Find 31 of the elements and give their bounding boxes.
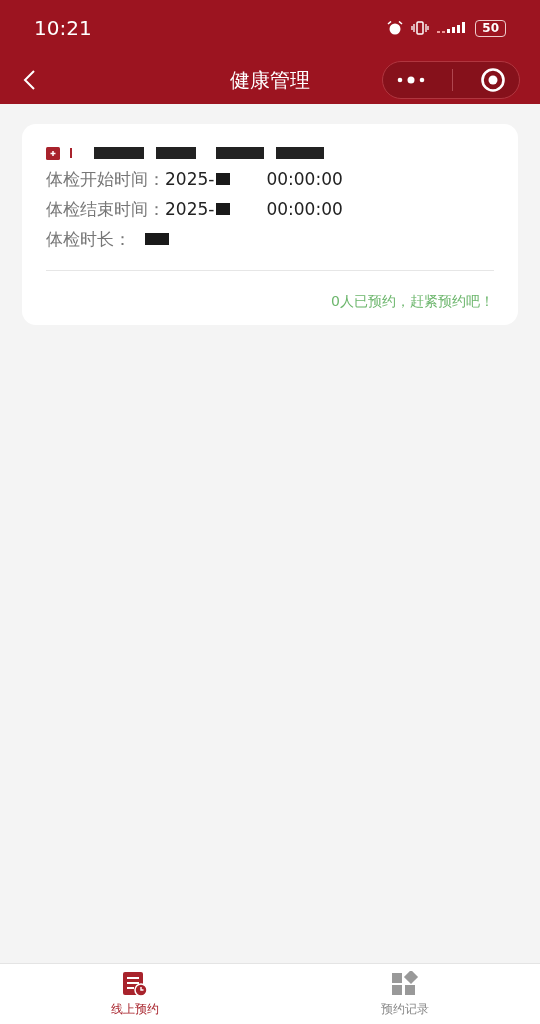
back-icon[interactable] [22, 69, 36, 91]
field-label: 体检时长： [46, 227, 131, 251]
capsule-menu[interactable] [382, 61, 520, 99]
date-value: 2025- [165, 199, 215, 219]
date-value: 2025- [165, 169, 215, 189]
redaction-mark [216, 147, 264, 159]
tab-item[interactable]: 线上预约 [0, 964, 270, 1024]
redaction-mark [94, 147, 144, 159]
booking-count-text: 0人已预约，赶紧预约吧！ [331, 293, 494, 309]
battery-indicator: 50 [475, 19, 506, 37]
exam-card[interactable]: 体检开始时间：2025- 00:00:00 体检结束时间：2025- 00:00:00 体检时长： 0人已预约，赶紧预约吧！ [22, 124, 518, 325]
redaction-mark [145, 233, 169, 245]
grid-icon [391, 970, 419, 997]
close-icon[interactable] [479, 67, 506, 93]
alarm-icon [387, 21, 404, 35]
redaction-mark [216, 173, 231, 185]
hospital-icon [46, 146, 60, 160]
time-value: 00:00:00 [266, 169, 343, 189]
redaction-mark [156, 147, 196, 159]
field-label: 体检开始时间： [46, 167, 165, 191]
vibrate-icon [411, 21, 430, 35]
redaction-mark [276, 147, 324, 159]
more-icon[interactable] [396, 76, 427, 84]
time-value: 00:00:00 [266, 199, 343, 219]
signal-icon [437, 22, 468, 34]
tab-item[interactable]: 预约记录 [270, 964, 540, 1024]
redaction-mark [216, 203, 231, 215]
list-clock-icon [122, 970, 148, 997]
status-time: 10:21 [34, 16, 92, 40]
field-label: 体检结束时间： [46, 197, 165, 221]
page-title: 健康管理 [230, 66, 310, 94]
